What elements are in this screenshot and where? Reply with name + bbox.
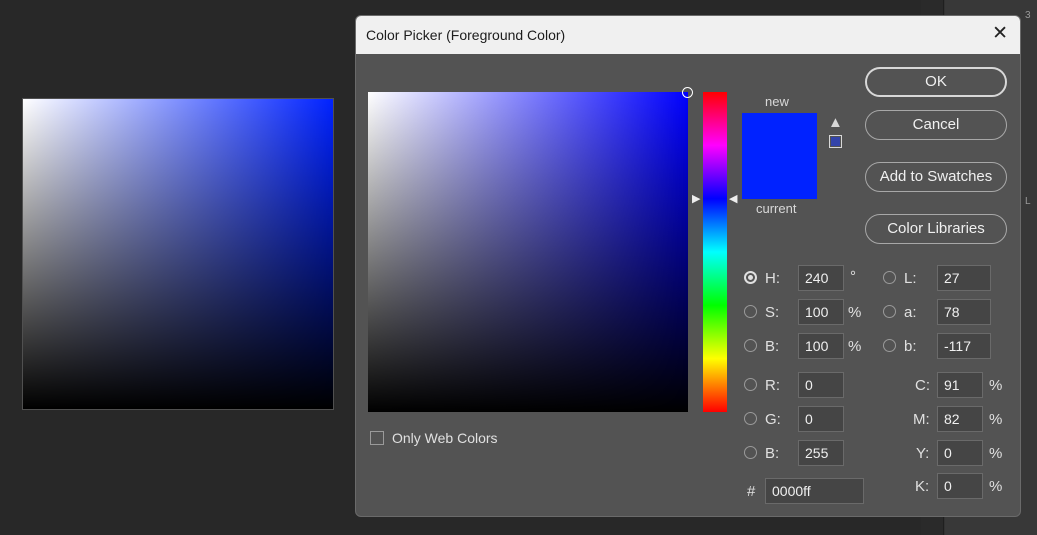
radio-green[interactable]	[744, 412, 757, 425]
new-color-swatch	[742, 113, 817, 156]
web-safe-color-fill	[831, 137, 840, 146]
b-channel-label: b:	[904, 338, 917, 355]
cyan-input[interactable]: 91	[937, 372, 983, 398]
hue-slider[interactable]	[703, 92, 727, 412]
color-field[interactable]	[368, 87, 693, 412]
web-safe-color-icon[interactable]	[829, 135, 842, 148]
ok-button[interactable]: OK	[865, 67, 1007, 97]
current-color-swatch[interactable]	[742, 156, 817, 199]
hue-label: H:	[765, 270, 780, 287]
radio-saturation[interactable]	[744, 305, 757, 318]
color-libraries-button[interactable]: Color Libraries	[865, 214, 1007, 244]
radio-b-channel[interactable]	[883, 339, 896, 352]
add-to-swatches-button[interactable]: Add to Swatches	[865, 162, 1007, 192]
percent-unit: %	[848, 304, 862, 321]
radio-red[interactable]	[744, 378, 757, 391]
degree-unit: °	[850, 268, 856, 285]
green-label: G:	[765, 411, 781, 428]
hue-slider-right-arrow-icon[interactable]: ◀	[729, 194, 737, 205]
color-field-cursor[interactable]	[682, 87, 693, 98]
blue-label: B:	[765, 445, 780, 462]
hex-input[interactable]: 0000ff	[765, 478, 864, 504]
hue-input[interactable]: 240	[798, 265, 844, 291]
hue-slider-left-arrow-icon[interactable]: ▶	[692, 194, 700, 205]
cancel-button[interactable]: Cancel	[865, 110, 1007, 140]
radio-lightness[interactable]	[883, 271, 896, 284]
panel-edge-text: L	[1025, 196, 1031, 207]
color-picker-dialog: Color Picker (Foreground Color) ✕ ▶ ◀ ne…	[355, 15, 1021, 517]
hex-label: #	[747, 483, 756, 500]
percent-unit: %	[989, 445, 1003, 462]
only-web-colors-checkbox[interactable]	[370, 431, 384, 445]
panel-edge-text: 3	[1025, 10, 1031, 21]
black-label: K:	[915, 478, 930, 495]
current-color-label: current	[756, 201, 797, 216]
lightness-label: L:	[904, 270, 917, 287]
radio-brightness[interactable]	[744, 339, 757, 352]
magenta-input[interactable]: 82	[937, 406, 983, 432]
saturation-input[interactable]: 100	[798, 299, 844, 325]
b-channel-input[interactable]: -117	[937, 333, 991, 359]
red-label: R:	[765, 377, 780, 394]
dialog-title: Color Picker (Foreground Color)	[366, 27, 566, 43]
magenta-label: M:	[913, 411, 930, 428]
percent-unit: %	[989, 377, 1003, 394]
new-color-label: new	[765, 94, 789, 109]
yellow-label: Y:	[916, 445, 930, 462]
percent-unit: %	[989, 411, 1003, 428]
dialog-titlebar: Color Picker (Foreground Color) ✕	[356, 16, 1020, 54]
radio-a-channel[interactable]	[883, 305, 896, 318]
percent-unit: %	[848, 338, 862, 355]
brightness-label: B:	[765, 338, 780, 355]
lightness-input[interactable]: 27	[937, 265, 991, 291]
radio-hue[interactable]	[744, 271, 757, 284]
black-input[interactable]: 0	[937, 473, 983, 499]
brightness-input[interactable]: 100	[798, 333, 844, 359]
green-input[interactable]: 0	[798, 406, 844, 432]
out-of-gamut-warning-icon[interactable]: ▲	[828, 114, 843, 131]
blue-input[interactable]: 255	[798, 440, 844, 466]
red-input[interactable]: 0	[798, 372, 844, 398]
yellow-input[interactable]: 0	[937, 440, 983, 466]
percent-unit: %	[989, 478, 1003, 495]
saturation-label: S:	[765, 304, 780, 321]
close-icon[interactable]: ✕	[992, 24, 1008, 44]
radio-blue[interactable]	[744, 446, 757, 459]
a-channel-input[interactable]: 78	[937, 299, 991, 325]
cyan-label: C:	[915, 377, 930, 394]
only-web-colors-label: Only Web Colors	[392, 430, 498, 446]
a-channel-label: a:	[904, 304, 917, 321]
document-canvas[interactable]	[22, 98, 334, 410]
